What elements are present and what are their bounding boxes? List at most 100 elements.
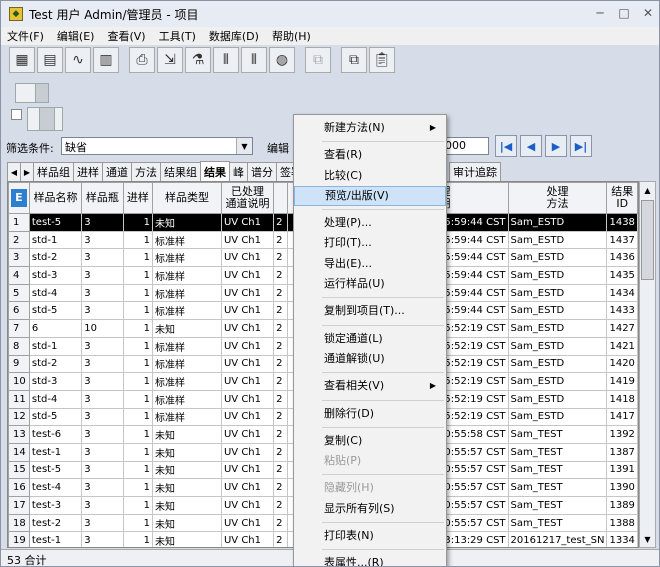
cell-hidden[interactable]: 2 <box>273 319 288 338</box>
cell-sample-name[interactable]: std-2 <box>28 248 83 268</box>
chart-icon[interactable]: ∿ <box>65 47 91 73</box>
sample-racks-icon[interactable]: ⦀ <box>241 47 267 73</box>
cell-hidden[interactable]: 2 <box>273 230 288 250</box>
context-menu-item[interactable]: 表属性...(R) <box>294 553 446 566</box>
cell-channel-desc[interactable]: UV Ch1 <box>220 248 275 268</box>
context-menu-item[interactable]: 锁定通道(L) <box>294 329 446 349</box>
menu-view[interactable]: 查看(V) <box>107 28 145 44</box>
cell-method[interactable]: Sam_ESTD <box>507 407 608 427</box>
cell-result-id[interactable]: 1418 <box>606 389 638 409</box>
cell-sample-name[interactable]: test-1 <box>28 442 83 462</box>
cell-channel-desc[interactable]: UV Ch1 <box>220 442 275 462</box>
copy-icon[interactable]: ⧉ <box>341 47 367 73</box>
cell-result-id[interactable]: 1387 <box>606 442 638 462</box>
cell-sample-type[interactable]: 未知 <box>152 319 222 338</box>
tab-scroll-left-icon[interactable]: ◀ <box>7 162 21 181</box>
cell-channel-desc[interactable]: UV Ch1 <box>220 213 275 232</box>
cell-channel-desc[interactable]: UV Ch1 <box>220 478 275 497</box>
cell-sample-type[interactable]: 未知 <box>152 496 222 515</box>
cell-result-id[interactable]: 1419 <box>606 372 638 391</box>
cell-sample-type[interactable]: 标准样 <box>152 301 222 321</box>
cell-sample-name[interactable]: std-1 <box>28 230 83 250</box>
row-number[interactable]: 17 <box>8 496 30 515</box>
vials-icon[interactable]: ⫴ <box>213 47 239 73</box>
cell-injection[interactable]: 1 <box>122 478 154 497</box>
cell-result-id[interactable]: 1427 <box>606 319 638 338</box>
cell-method[interactable]: Sam_ESTD <box>507 389 608 409</box>
tab-result-sets[interactable]: 结果组 <box>160 162 201 181</box>
context-menu-item[interactable]: 通道解锁(U) <box>294 349 446 369</box>
cell-vial[interactable]: 3 <box>81 266 124 285</box>
cell-sample-name[interactable]: std-4 <box>28 389 83 409</box>
cell-channel-desc[interactable]: UV Ch1 <box>220 531 275 547</box>
menu-tools[interactable]: 工具(T) <box>159 28 196 44</box>
context-menu-item[interactable]: 预览/出版(V) <box>294 185 446 207</box>
cell-hidden[interactable]: 2 <box>273 213 288 232</box>
context-menu-item[interactable]: 新建方法(N) ▶ <box>294 118 446 138</box>
menu-help[interactable]: 帮助(H) <box>272 28 311 44</box>
cell-hidden[interactable]: 2 <box>273 478 288 497</box>
cell-injection[interactable]: 1 <box>122 354 154 374</box>
row-number[interactable]: 6 <box>8 301 30 321</box>
cell-vial[interactable]: 3 <box>81 283 124 303</box>
cell-method[interactable]: Sam_ESTD <box>507 354 608 374</box>
paste-icon[interactable]: 📋︎ <box>369 47 395 73</box>
context-menu-item[interactable]: 打印表(N) <box>294 526 446 546</box>
context-menu-item[interactable]: 处理(P)... <box>294 213 446 233</box>
tab-results[interactable]: 结果 <box>200 161 230 181</box>
cell-hidden[interactable]: 2 <box>273 266 288 285</box>
context-menu-item[interactable]: 导出(E)... <box>294 254 446 274</box>
cell-result-id[interactable]: 1436 <box>606 248 638 268</box>
cell-hidden[interactable]: 2 <box>273 283 288 303</box>
cell-hidden[interactable]: 2 <box>273 425 288 444</box>
tab-channels[interactable]: 通道 <box>102 162 132 181</box>
cell-sample-name[interactable]: std-4 <box>28 283 83 303</box>
cell-result-id[interactable]: 1334 <box>606 531 638 547</box>
row-number[interactable]: 1 <box>8 213 30 232</box>
cell-sample-name[interactable]: test-5 <box>28 460 83 480</box>
row-number[interactable]: 10 <box>8 372 30 391</box>
filter-select[interactable]: 缺省 ▼ <box>61 137 253 155</box>
context-menu-item[interactable]: 查看(R) <box>294 145 446 165</box>
cell-vial[interactable]: 3 <box>81 496 124 515</box>
cell-sample-name[interactable]: test-5 <box>28 213 83 232</box>
scroll-up-icon[interactable]: ▲ <box>640 182 655 198</box>
cell-method[interactable]: Sam_TEST <box>507 478 608 497</box>
cell-vial[interactable]: 3 <box>81 478 124 497</box>
cell-vial[interactable]: 3 <box>81 442 124 462</box>
maximize-button[interactable]: □ <box>617 6 631 20</box>
cell-method[interactable]: Sam_TEST <box>507 496 608 515</box>
col-method[interactable]: 处理 方法 <box>507 182 608 214</box>
cell-vial[interactable]: 3 <box>81 213 124 232</box>
cell-vial[interactable]: 3 <box>81 372 124 391</box>
cell-injection[interactable]: 1 <box>122 496 154 515</box>
scroll-thumb[interactable] <box>641 200 654 280</box>
cell-sample-type[interactable]: 标准样 <box>152 283 222 303</box>
cell-hidden[interactable]: 2 <box>273 407 288 427</box>
cell-sample-type[interactable]: 未知 <box>152 513 222 533</box>
cell-sample-name[interactable]: std-3 <box>28 266 83 285</box>
row-number[interactable]: 9 <box>8 354 30 374</box>
tab-audit-trail[interactable]: 审计追踪 <box>449 162 501 181</box>
row-number[interactable]: 5 <box>8 283 30 303</box>
context-menu-item[interactable]: 打印(T)... <box>294 233 446 253</box>
cell-injection[interactable]: 1 <box>122 230 154 250</box>
cell-method[interactable]: Sam_TEST <box>507 425 608 444</box>
cell-channel-desc[interactable]: UV Ch1 <box>220 389 275 409</box>
cell-result-id[interactable]: 1390 <box>606 478 638 497</box>
cell-sample-type[interactable]: 标准样 <box>152 389 222 409</box>
col-vial[interactable]: 样品瓶 <box>81 182 124 214</box>
cell-method[interactable]: Sam_ESTD <box>507 372 608 391</box>
row-number[interactable]: 2 <box>8 230 30 250</box>
cell-injection[interactable]: 1 <box>122 266 154 285</box>
cell-channel-desc[interactable]: UV Ch1 <box>220 425 275 444</box>
row-number[interactable]: 16 <box>8 478 30 497</box>
cell-hidden[interactable]: 2 <box>273 460 288 480</box>
col-hidden[interactable] <box>273 182 288 214</box>
cell-result-id[interactable]: 1420 <box>606 354 638 374</box>
cell-vial[interactable]: 3 <box>81 301 124 321</box>
cell-vial[interactable]: 3 <box>81 531 124 547</box>
tab-injections[interactable]: 进样 <box>73 162 103 181</box>
cell-method[interactable]: Sam_TEST <box>507 442 608 462</box>
cell-method[interactable]: 20161217_test_SN <box>507 531 608 547</box>
